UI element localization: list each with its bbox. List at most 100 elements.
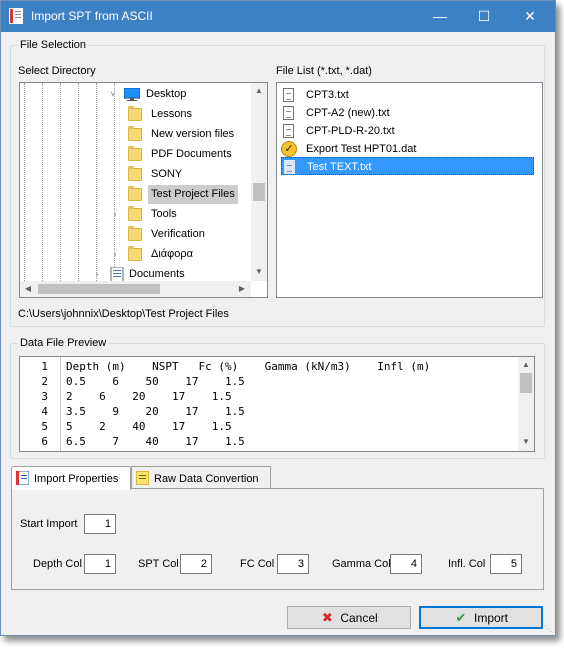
scroll-right-icon[interactable]: ▶: [235, 282, 249, 296]
chevron-right-icon[interactable]: ›: [110, 245, 120, 264]
title-bar[interactable]: Import SPT from ASCII — ☐ ✕: [1, 1, 555, 32]
file-item[interactable]: ✓ Export Test HPT01.dat: [281, 140, 534, 158]
tree-vertical-scrollbar[interactable]: ▲ ▼: [251, 83, 267, 281]
file-item[interactable]: CPT3.txt: [281, 86, 534, 104]
fc-col-input[interactable]: 3: [277, 554, 309, 574]
spt-col-input[interactable]: 2: [180, 554, 212, 574]
gamma-col-input[interactable]: 4: [390, 554, 422, 574]
folder-icon: [128, 206, 142, 221]
document-icon: [283, 124, 294, 138]
depth-col-label: Depth Col: [33, 558, 82, 570]
app-icon: [9, 8, 23, 24]
folder-icon: [128, 226, 142, 241]
file-item-label: CPT-PLD-R-20.txt: [306, 125, 395, 137]
spt-col-label: SPT Col: [138, 558, 179, 570]
close-button[interactable]: ✕: [507, 1, 553, 32]
line-number: 4: [41, 405, 48, 418]
import-properties-panel: Start Import 1 Depth Col 1 SPT Col 2 FC …: [11, 488, 544, 590]
preview-title: Data File Preview: [18, 337, 109, 349]
tab-raw-data-convertion[interactable]: Raw Data Convertion: [131, 466, 271, 488]
scrollbar-thumb[interactable]: [520, 373, 532, 393]
current-path: C:\Users\johnnix\Desktop\Test Project Fi…: [18, 308, 229, 320]
documents-icon: [110, 267, 124, 282]
tree-horizontal-scrollbar[interactable]: ◀ ▶: [20, 281, 251, 297]
folder-icon: [128, 126, 142, 141]
directory-tree[interactable]: ˅ Desktop Lessons New version files PDF …: [19, 82, 268, 298]
tree-item-desktop[interactable]: ˅ Desktop: [108, 85, 258, 104]
cancel-label: Cancel: [340, 611, 378, 625]
infl-col-input[interactable]: 5: [490, 554, 522, 574]
tree-item-test-project-files[interactable]: Test Project Files: [128, 185, 267, 204]
tree-item-label: Lessons: [151, 108, 192, 120]
import-button[interactable]: ✔ Import: [419, 606, 543, 629]
line-number: 6: [41, 435, 48, 448]
import-label: Import: [473, 611, 508, 625]
document-icon: [284, 160, 295, 174]
tree-guide-line: [96, 83, 97, 281]
tree-item-pdf-documents[interactable]: PDF Documents: [128, 145, 267, 164]
maximize-button[interactable]: ☐: [461, 1, 507, 32]
line-number: 1: [41, 360, 48, 373]
tree-item-diafora[interactable]: › Διάφορα: [110, 245, 260, 264]
depth-col-input[interactable]: 1: [84, 554, 116, 574]
tree-item-tools[interactable]: › Tools: [110, 205, 260, 224]
start-import-input[interactable]: 1: [84, 514, 116, 534]
line-text: 2 6 20 17 1.5: [66, 390, 232, 403]
preview-vertical-scrollbar[interactable]: ▲ ▼: [518, 357, 534, 451]
resize-grip-icon[interactable]: ⋱: [544, 624, 554, 634]
data-preview[interactable]: 1 Depth (m) NSPT Fc (%) Gamma (kN/m3) Inf…: [19, 356, 535, 452]
tree-item-label: SONY: [151, 168, 183, 180]
file-list-label: File List (*.txt, *.dat): [276, 65, 372, 77]
tree-item-label: Test Project Files: [148, 185, 238, 204]
scroll-left-icon[interactable]: ◀: [21, 282, 35, 296]
line-text: 5 2 40 17 1.5: [66, 420, 232, 433]
raw-data-icon: [136, 471, 149, 485]
line-number: 3: [41, 390, 48, 403]
tree-item-sony[interactable]: SONY: [128, 165, 267, 184]
file-selection-title: File Selection: [18, 39, 89, 51]
folder-icon: [128, 186, 142, 201]
chevron-right-icon[interactable]: ›: [110, 205, 120, 224]
file-list[interactable]: CPT3.txt CPT-A2 (new).txt CPT-PLD-R-20.t…: [276, 82, 543, 298]
line-text: 0.5 6 50 17 1.5: [66, 375, 245, 388]
line-number: 5: [41, 420, 48, 433]
chevron-down-icon[interactable]: ˅: [108, 85, 118, 104]
tree-item-label: Desktop: [146, 88, 187, 100]
scrollbar-thumb[interactable]: [38, 284, 160, 294]
line-text: Depth (m) NSPT Fc (%) Gamma (kN/m3) Infl…: [66, 360, 431, 373]
file-item-selected[interactable]: Test TEXT.txt: [281, 157, 534, 175]
tab-label: Raw Data Convertion: [154, 473, 259, 485]
minimize-button[interactable]: —: [417, 1, 463, 32]
tree-guide-line: [24, 83, 25, 281]
tree-item-lessons[interactable]: Lessons: [128, 105, 267, 124]
tab-import-properties[interactable]: Import Properties: [11, 466, 131, 490]
folder-icon: [128, 106, 142, 121]
line-text: 6.5 7 40 17 1.5: [66, 435, 245, 448]
tree-item-verification[interactable]: Verification: [128, 225, 267, 244]
import-dialog: Import SPT from ASCII — ☐ ✕ File Selecti…: [0, 0, 556, 636]
infl-col-label: Infl. Col: [448, 558, 486, 570]
minimize-icon: —: [433, 8, 447, 24]
file-item-label: CPT-A2 (new).txt: [306, 107, 390, 119]
tree-guide-line: [78, 83, 79, 281]
fc-col-label: FC Col: [240, 558, 275, 570]
select-directory-label: Select Directory: [18, 65, 96, 77]
properties-icon: [16, 471, 29, 485]
file-item[interactable]: CPT-A2 (new).txt: [281, 104, 534, 122]
scroll-up-icon[interactable]: ▲: [518, 358, 534, 372]
line-number-gutter: [60, 357, 61, 451]
tree-item-new-version-files[interactable]: New version files: [128, 125, 267, 144]
cancel-button[interactable]: ✖ Cancel: [287, 606, 411, 629]
scrollbar-thumb[interactable]: [253, 183, 265, 201]
scroll-down-icon[interactable]: ▼: [518, 435, 534, 449]
file-item-label: Test TEXT.txt: [307, 161, 372, 173]
tree-item-label: New version files: [151, 128, 235, 140]
folder-icon: [128, 166, 142, 181]
scroll-down-icon[interactable]: ▼: [251, 265, 267, 279]
tree-guide-line: [42, 83, 43, 281]
start-import-label: Start Import: [20, 518, 78, 530]
scroll-up-icon[interactable]: ▲: [251, 84, 267, 98]
file-item[interactable]: CPT-PLD-R-20.txt: [281, 122, 534, 140]
gamma-col-label: Gamma Col: [332, 558, 391, 570]
window-title: Import SPT from ASCII: [31, 9, 153, 23]
